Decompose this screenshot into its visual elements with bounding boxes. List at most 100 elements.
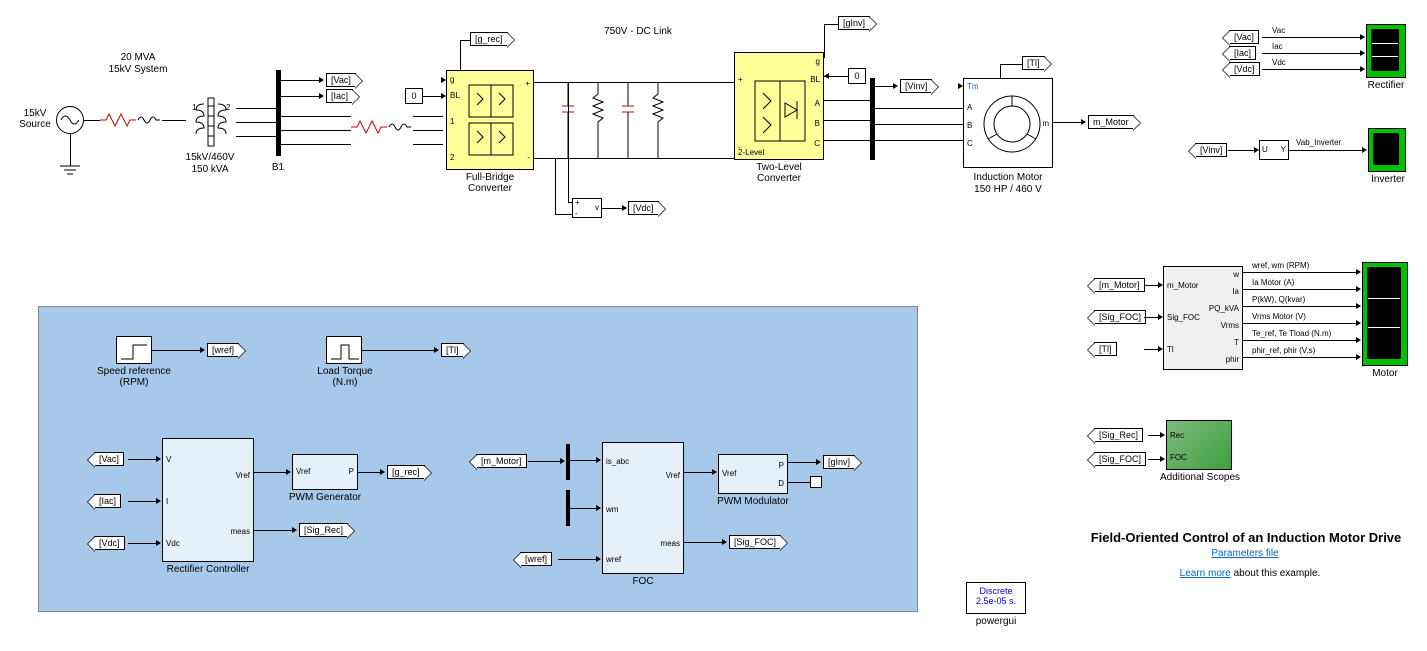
wire: [281, 96, 321, 97]
pwm-modulator-block[interactable]: Vref P D: [718, 454, 788, 494]
goto-g-rec[interactable]: [g_rec]: [387, 465, 425, 479]
arrow-icon: [596, 556, 601, 562]
full-bridge-converter-block[interactable]: g BL 1 2 + -: [446, 70, 534, 170]
port-phir: phir: [1226, 355, 1239, 364]
motor-name-label: Induction Motor: [948, 172, 1068, 183]
wire: [413, 130, 443, 131]
wire: [1243, 272, 1358, 273]
from-m-motor[interactable]: [m_Motor]: [1094, 278, 1145, 292]
from-sig-foc2[interactable]: [Sig_FOC]: [1094, 452, 1146, 466]
wire: [555, 158, 556, 214]
wire: [1053, 122, 1083, 123]
load-torque-block[interactable]: [326, 336, 362, 364]
bus-vinv[interactable]: [870, 78, 875, 160]
wire: [413, 144, 443, 145]
dc-link-label: 750V - DC Link: [578, 26, 698, 37]
wire: [558, 559, 598, 560]
from-ginv[interactable]: [gInv]: [838, 16, 870, 30]
from-sig-rec[interactable]: [Sig_Rec]: [1094, 428, 1143, 442]
from-iac[interactable]: [Iac]: [1229, 46, 1256, 60]
from-g-rec[interactable]: [g_rec]: [470, 32, 508, 46]
foc-block[interactable]: is_abc wm wref Vref meas: [602, 442, 684, 574]
arrow-icon: [434, 347, 439, 353]
inverter-scope[interactable]: [1368, 128, 1406, 172]
port-vref: Vref: [236, 471, 250, 480]
wire: [1228, 150, 1256, 151]
wire: [236, 108, 276, 109]
from-wref-foc[interactable]: [wref]: [520, 552, 552, 566]
wire: [1262, 69, 1362, 70]
ac-source-block[interactable]: [56, 106, 84, 134]
port-p: P: [779, 461, 784, 470]
two-level-label: Two-Level Converter: [734, 162, 824, 184]
dc-link-components[interactable]: [558, 58, 718, 168]
goto-m-motor[interactable]: m_Motor: [1088, 115, 1134, 129]
line-impedance-block[interactable]: [100, 113, 162, 127]
wire: [570, 460, 598, 461]
xfmr-kva-label: 150 kVA: [170, 164, 250, 175]
induction-motor-block[interactable]: Tm A B C m: [963, 78, 1053, 168]
learn-more-link[interactable]: Learn more: [1180, 568, 1231, 579]
selector-block[interactable]: U Y: [1259, 140, 1289, 160]
motor-measure-subsystem[interactable]: m_Motor Sig_FOC Tl w Ia PQ_kVA Vrms T ph…: [1163, 266, 1243, 370]
wire: [236, 136, 276, 137]
additional-scopes-block[interactable]: Rec FOC: [1166, 420, 1232, 470]
goto-vinv[interactable]: [Vinv]: [900, 79, 932, 93]
goto-tl[interactable]: [Tl]: [441, 343, 464, 357]
wire: [281, 80, 321, 81]
wire: [570, 508, 598, 509]
from-tl[interactable]: [Tl]: [1022, 56, 1045, 70]
from-vdc[interactable]: [Vdc]: [1229, 62, 1260, 76]
rectifier-controller-block[interactable]: V I Vdc Vref meas: [162, 438, 254, 562]
wire: [281, 116, 351, 117]
transformer-block[interactable]: 12: [186, 96, 236, 148]
speed-reference-block[interactable]: [116, 336, 152, 364]
goto-sig-foc[interactable]: [Sig_FOC]: [729, 535, 781, 549]
from-vac-ctrl[interactable]: [Vac]: [94, 452, 124, 466]
bus-b1-label: B1: [268, 162, 288, 173]
sig-vdc-label: Vdc: [1272, 58, 1286, 67]
arrow-icon: [156, 456, 161, 462]
wire: [875, 86, 895, 87]
goto-iac[interactable]: [Iac]: [326, 89, 353, 103]
wire: [1243, 323, 1358, 324]
goto-sig-rec[interactable]: [Sig_Rec]: [299, 523, 348, 537]
const-zero-inv[interactable]: 0: [848, 68, 866, 84]
wire: [788, 462, 818, 463]
from-vdc-ctrl[interactable]: [Vdc]: [94, 536, 125, 550]
terminator-block[interactable]: [810, 476, 822, 488]
from-vac[interactable]: [Vac]: [1229, 30, 1259, 44]
port-i: I: [166, 497, 168, 506]
arrow-icon: [622, 205, 627, 211]
rectifier-scope[interactable]: [1366, 24, 1406, 78]
voltage-sensor-block[interactable]: + - v: [572, 198, 602, 218]
wire: [824, 24, 838, 25]
from-vinv[interactable]: [Vinv]: [1195, 143, 1227, 157]
wire: [128, 543, 158, 544]
pwm-generator-block[interactable]: Vref P: [292, 454, 358, 490]
from-m-motor-foc[interactable]: [m_Motor]: [476, 454, 527, 468]
pwm-generator-label: PWM Generator: [282, 492, 368, 503]
pwm-modulator-label: PWM Modulator: [710, 496, 796, 507]
learn-more-text: Learn more about this example.: [1150, 568, 1350, 579]
const-zero-rect[interactable]: 0: [405, 88, 423, 104]
from-sig-foc[interactable]: [Sig_FOC]: [1094, 310, 1146, 324]
port-sig-foc: Sig_FOC: [1167, 313, 1200, 322]
xfmr-ratio-label: 15kV/460V: [170, 152, 250, 163]
goto-ginv[interactable]: [gInv]: [823, 455, 855, 469]
arrow-icon: [1360, 50, 1365, 56]
arrow-icon: [286, 469, 291, 475]
series-rl-block[interactable]: [351, 120, 413, 134]
powergui-block[interactable]: Discrete 2.5e-05 s.: [966, 582, 1026, 614]
from-iac-ctrl[interactable]: [Iac]: [94, 494, 121, 508]
two-level-converter-block[interactable]: g + BL A B C - 2-Level: [734, 52, 824, 160]
wire: [824, 140, 870, 141]
from-tl-motor[interactable]: [Tl]: [1094, 342, 1117, 356]
goto-vdc[interactable]: [Vdc]: [628, 201, 659, 215]
parameters-link[interactable]: Parameters file: [1190, 548, 1300, 559]
goto-wref[interactable]: [wref]: [207, 343, 239, 357]
motor-scope[interactable]: [1362, 262, 1408, 366]
goto-vac[interactable]: [Vac]: [326, 73, 356, 87]
port-is-abc: is_abc: [606, 457, 629, 466]
demux-1[interactable]: [566, 444, 570, 480]
